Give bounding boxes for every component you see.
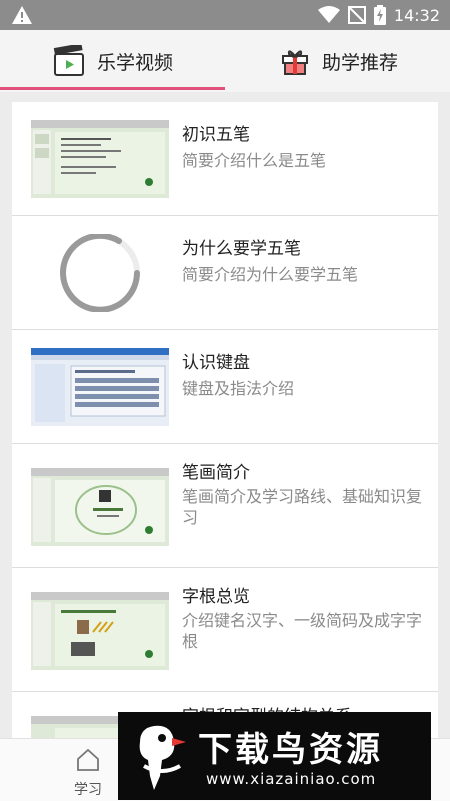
watermark-text: 下载鸟资源 — [198, 730, 383, 770]
warning-icon — [12, 6, 32, 24]
list-item[interactable]: 为什么要学五笔 简要介绍为什么要学五笔 — [12, 216, 438, 330]
clock: 14:32 — [393, 5, 440, 25]
list-item[interactable]: 字根总览 介绍键名汉字、一级简码及成字字根 — [12, 568, 438, 692]
tab-bar: 乐学视频 助学推荐 — [0, 30, 450, 92]
lesson-desc: 介绍键名汉字、一级简码及成字字根 — [182, 611, 423, 651]
watermark-url: www.xiazainiao.com — [206, 770, 377, 788]
tab-recommend-label: 助学推荐 — [322, 51, 399, 74]
wifi-icon — [317, 6, 340, 23]
watermark: 下载鸟资源 www.xiazainiao.com — [118, 712, 431, 800]
lesson-title: 初识五笔 — [182, 125, 250, 145]
list-item[interactable]: 认识键盘 键盘及指法介绍 — [12, 330, 438, 444]
lesson-desc: 简要介绍什么是五笔 — [182, 151, 327, 170]
battery-charging-icon — [373, 5, 386, 25]
active-tab-indicator — [0, 87, 225, 90]
lesson-list: 初识五笔 简要介绍什么是五笔 为什么要学五笔 简要介绍为什么要学五笔 认识键盘 … — [12, 102, 438, 742]
lesson-title: 认识键盘 — [182, 353, 250, 373]
lesson-title: 为什么要学五笔 — [182, 239, 301, 259]
gift-icon — [282, 50, 308, 75]
bird-logo-icon — [139, 725, 186, 790]
slide-thumbnail — [31, 120, 169, 198]
lesson-desc: 简要介绍为什么要学五笔 — [182, 265, 359, 284]
lesson-title: 字根总览 — [182, 587, 250, 607]
tab-video-label: 乐学视频 — [97, 51, 174, 74]
tab-recommend[interactable]: 助学推荐 — [280, 30, 398, 92]
list-item[interactable]: 笔画简介 笔画简介及学习路线、基础知识复习 — [12, 444, 438, 568]
home-icon — [77, 748, 99, 771]
slide-thumbnail — [31, 468, 169, 546]
loading-spinner — [31, 234, 169, 312]
signal-off-icon — [347, 6, 366, 24]
video-icon — [53, 45, 84, 76]
status-bar: 14:32 — [0, 0, 450, 30]
keyboard-screenshot — [31, 348, 169, 426]
lesson-desc: 笔画简介及学习路线、基础知识复习 — [182, 487, 423, 527]
lesson-title: 笔画简介 — [182, 463, 250, 483]
slide-thumbnail — [31, 592, 169, 670]
list-item[interactable]: 初识五笔 简要介绍什么是五笔 — [12, 102, 438, 216]
lesson-desc: 键盘及指法介绍 — [182, 379, 295, 398]
tab-video[interactable]: 乐学视频 — [53, 30, 173, 92]
